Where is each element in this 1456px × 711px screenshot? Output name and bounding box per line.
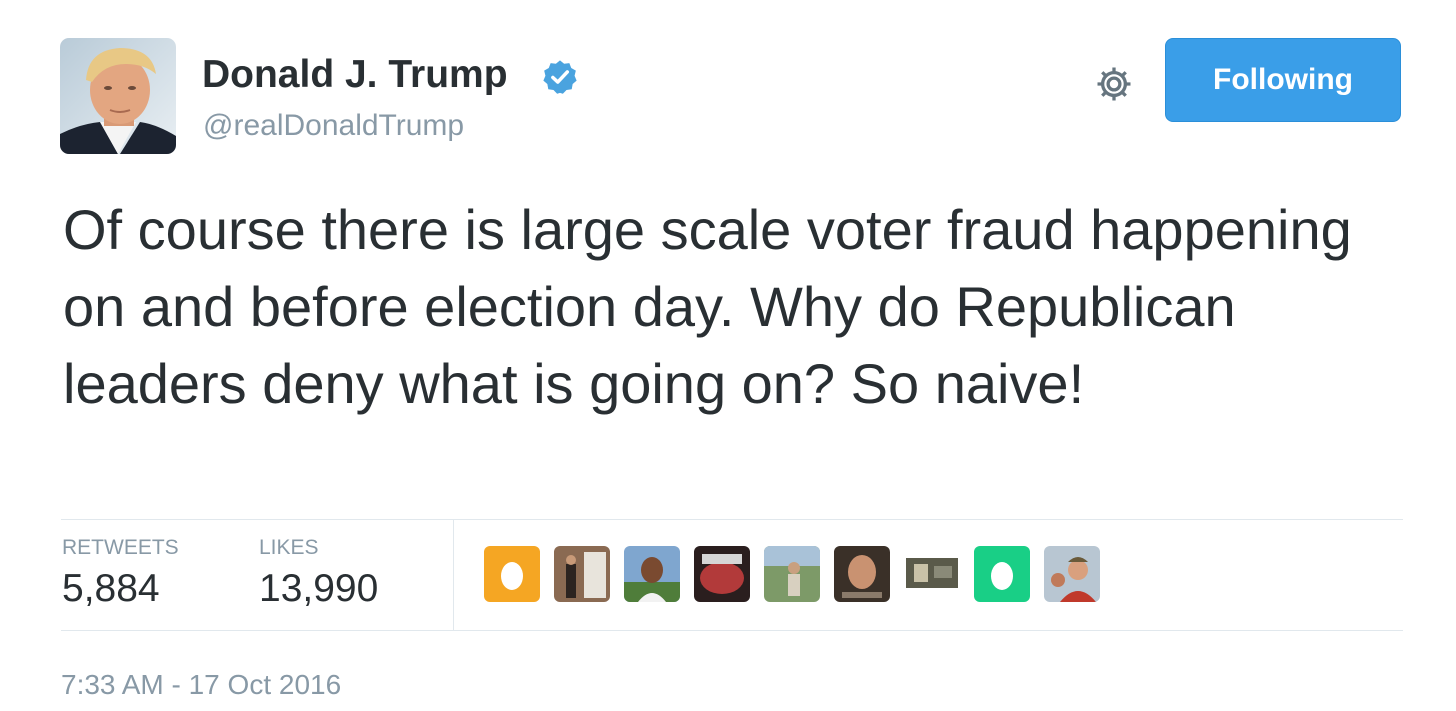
liker-avatar[interactable]: [1044, 546, 1100, 602]
following-button[interactable]: Following: [1165, 38, 1401, 122]
user-photo-icon: [904, 546, 960, 602]
divider: [61, 630, 1403, 631]
user-handle[interactable]: @realDonaldTrump: [203, 108, 464, 144]
profile-photo-icon: [60, 38, 176, 154]
user-photo-icon: [624, 546, 680, 602]
divider: [61, 519, 1403, 520]
retweets-label[interactable]: RETWEETS: [62, 536, 179, 560]
user-photo-icon: [694, 546, 750, 602]
user-photo-icon: [764, 546, 820, 602]
liker-avatars: [484, 546, 1100, 602]
tweet-timestamp[interactable]: 7:33 AM - 17 Oct 2016: [61, 668, 341, 702]
likes-label[interactable]: LIKES: [259, 536, 319, 560]
tweet-text: Of course there is large scale voter fra…: [63, 198, 1352, 415]
default-egg-avatar-icon: [974, 546, 1030, 602]
default-egg-avatar-icon: [484, 546, 540, 602]
liker-avatar[interactable]: [484, 546, 540, 602]
liker-avatar[interactable]: [974, 546, 1030, 602]
display-name[interactable]: Donald J. Trump: [202, 52, 508, 98]
avatar[interactable]: [60, 38, 176, 154]
liker-avatar[interactable]: [834, 546, 890, 602]
liker-avatar[interactable]: [694, 546, 750, 602]
liker-avatar[interactable]: [764, 546, 820, 602]
user-photo-icon: [834, 546, 890, 602]
verified-badge-icon: [543, 60, 577, 94]
liker-avatar[interactable]: [624, 546, 680, 602]
user-photo-icon: [554, 546, 610, 602]
stats-divider: [453, 520, 454, 630]
gear-icon[interactable]: [1092, 62, 1136, 106]
liker-avatar[interactable]: [904, 546, 960, 602]
liker-avatar[interactable]: [554, 546, 610, 602]
likes-count[interactable]: 13,990: [259, 566, 378, 612]
retweets-count[interactable]: 5,884: [62, 566, 160, 612]
user-photo-icon: [1044, 546, 1100, 602]
